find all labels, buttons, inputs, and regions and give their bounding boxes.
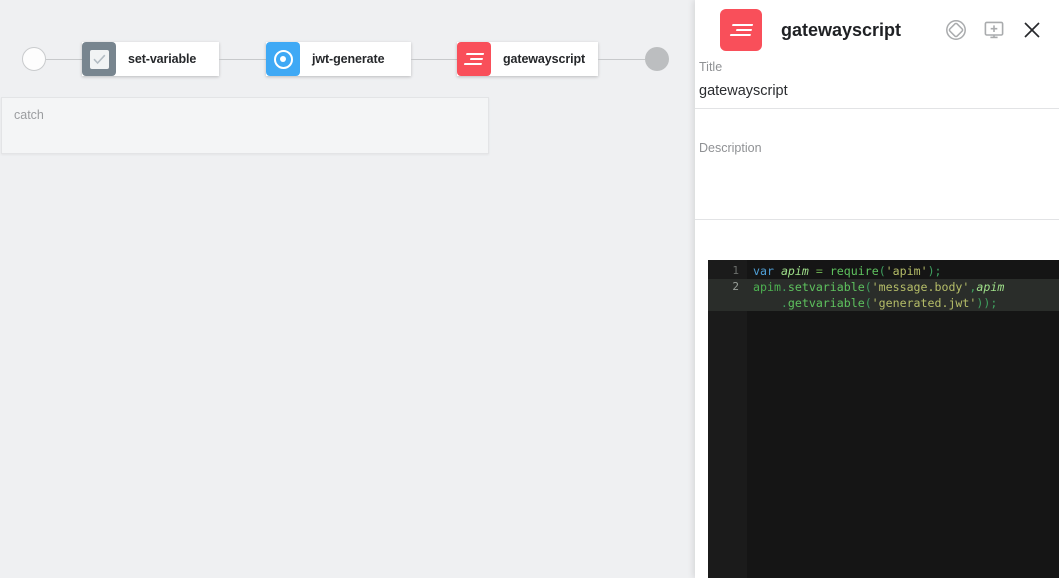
assembly-flow: set-variable jwt-generate gatewayscript xyxy=(0,42,695,76)
connector-line xyxy=(598,58,645,60)
panel-header: gatewayscript xyxy=(695,0,1059,60)
code-token: apim xyxy=(976,280,1005,294)
panel-title: gatewayscript xyxy=(781,19,902,40)
code-token: ; xyxy=(934,264,942,278)
code-token: ( xyxy=(864,280,872,294)
catch-label: catch xyxy=(14,108,44,122)
connector-line xyxy=(219,58,266,60)
code-token: ; xyxy=(990,296,998,310)
code-token: setvariable xyxy=(787,280,865,294)
node-label-gatewayscript: gatewayscript xyxy=(503,52,586,66)
code-token: 'message.body' xyxy=(871,280,970,294)
assembly-canvas[interactable]: set-variable jwt-generate gatewayscript xyxy=(0,0,695,578)
script-lines-icon xyxy=(729,22,753,38)
toggle-view-button[interactable] xyxy=(943,17,969,43)
code-token: . xyxy=(780,280,788,294)
code-line: apim.setvariable('message.body',apim xyxy=(747,279,1059,295)
properties-panel: gatewayscript Title gatewayscript Descri… xyxy=(695,0,1059,578)
title-field-label: Title xyxy=(699,60,723,74)
gatewayscript-icon xyxy=(457,42,491,76)
catch-region[interactable]: catch xyxy=(1,97,489,154)
code-token: var xyxy=(753,264,774,278)
editor-gutter: 1 2 xyxy=(708,260,747,578)
app-root: set-variable jwt-generate gatewayscript xyxy=(0,0,1059,578)
close-button[interactable] xyxy=(1019,17,1045,43)
code-token: require xyxy=(829,264,879,278)
connector-line xyxy=(46,58,82,60)
description-input[interactable] xyxy=(695,164,1059,220)
panel-header-actions xyxy=(943,17,1045,43)
code-token: )) xyxy=(976,296,991,310)
flow-start-circle[interactable] xyxy=(22,47,46,71)
node-label-jwt-generate: jwt-generate xyxy=(312,52,385,66)
code-token: apim xyxy=(753,280,781,294)
description-field-group: Description xyxy=(695,109,1059,220)
code-token: ( xyxy=(878,264,886,278)
code-token: ) xyxy=(927,264,935,278)
code-line: var apim = require('apim'); xyxy=(747,263,1059,279)
panel-policy-icon xyxy=(720,9,762,51)
script-lines-icon xyxy=(463,52,485,66)
toggle-view-icon xyxy=(946,20,966,40)
check-box-icon xyxy=(89,49,109,69)
code-token: getvariable xyxy=(787,296,865,310)
node-set-variable[interactable]: set-variable xyxy=(82,42,219,76)
jwt-generate-icon xyxy=(266,42,300,76)
code-token: 'apim' xyxy=(885,264,928,278)
description-field-label: Description xyxy=(699,141,762,155)
add-to-screen-icon xyxy=(984,21,1004,39)
gutter-line-number: 2 xyxy=(708,279,747,295)
close-icon xyxy=(1024,22,1040,38)
code-token: = xyxy=(815,264,823,278)
set-variable-icon xyxy=(82,42,116,76)
gutter-line-wrap xyxy=(708,295,747,311)
code-token: . xyxy=(753,296,788,310)
code-line: .getvariable('generated.jwt')); xyxy=(747,295,1059,311)
node-label-set-variable: set-variable xyxy=(128,52,197,66)
node-jwt-generate[interactable]: jwt-generate xyxy=(266,42,411,76)
editor-code-area[interactable]: var apim = require('apim'); apim.setvari… xyxy=(747,260,1059,578)
code-token: apim xyxy=(780,264,809,278)
code-token: 'generated.jwt' xyxy=(871,296,977,310)
title-input[interactable] xyxy=(695,83,1059,109)
node-gatewayscript[interactable]: gatewayscript xyxy=(457,42,598,76)
code-token: ( xyxy=(864,296,872,310)
add-to-screen-button[interactable] xyxy=(981,17,1007,43)
gutter-line-number: 1 xyxy=(732,264,739,277)
target-icon xyxy=(273,49,293,69)
connector-line xyxy=(411,58,457,60)
flow-end-circle[interactable] xyxy=(645,47,669,71)
gatewayscript-code-editor[interactable]: 1 2 var apim = require('apim'); apim.set… xyxy=(708,260,1059,578)
title-field-group: Title xyxy=(695,60,1059,109)
